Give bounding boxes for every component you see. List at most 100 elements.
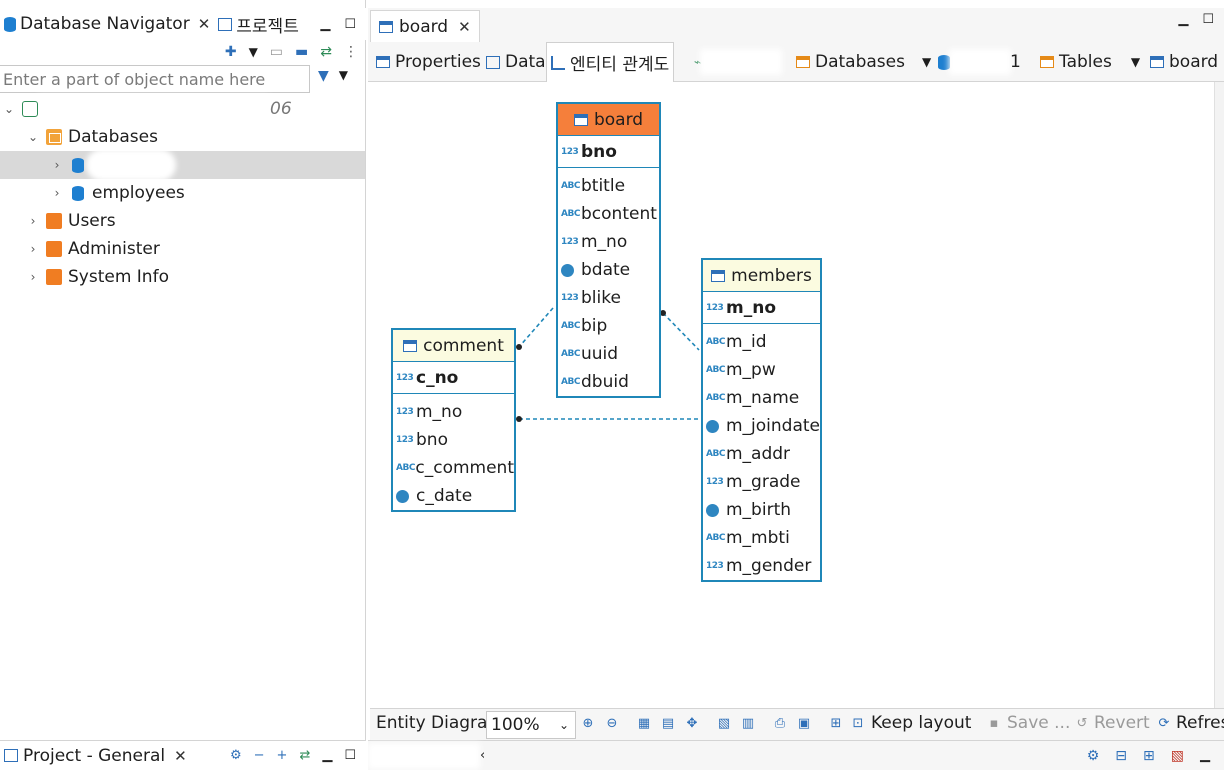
zoom-in-icon[interactable]: ⊕ bbox=[580, 716, 596, 732]
tree-administer[interactable]: › Administer bbox=[0, 235, 365, 263]
primary-key-row[interactable]: 123 c_no bbox=[393, 362, 514, 394]
primary-key-row[interactable]: 123 bno bbox=[558, 136, 659, 168]
column-row[interactable]: ABC dbuid bbox=[558, 368, 659, 396]
column-row[interactable]: ABC m_mbti bbox=[703, 524, 820, 552]
entity-board[interactable]: board 123 bno ABC btitle ABC bcontent 123 m… bbox=[556, 102, 661, 398]
move-icon[interactable]: ✥ bbox=[684, 716, 700, 732]
layout-icon[interactable]: ▦ bbox=[636, 716, 652, 732]
minimize-icon[interactable]: ▁ bbox=[1200, 748, 1210, 763]
column-row[interactable]: ABC uuid bbox=[558, 340, 659, 368]
entity-comment[interactable]: comment 123 c_no 123 m_no 123 bno ABC c_com… bbox=[391, 328, 516, 512]
save-button[interactable]: Save ... bbox=[1007, 713, 1070, 733]
link-editor-icon[interactable]: ⇄ bbox=[320, 44, 332, 60]
tree-users[interactable]: › Users bbox=[0, 207, 365, 235]
minimize-icon[interactable]: ▁ bbox=[322, 748, 332, 763]
column-row[interactable]: bdate bbox=[558, 256, 659, 284]
chevron-right-icon[interactable]: › bbox=[26, 242, 40, 256]
notes-icon[interactable]: ▧ bbox=[716, 716, 732, 732]
chevron-right-icon[interactable]: › bbox=[50, 186, 64, 200]
tab-data[interactable]: Data bbox=[482, 42, 550, 82]
chevron-down-icon[interactable]: ⌄ bbox=[2, 102, 16, 116]
zoom-out-icon[interactable]: ⊖ bbox=[604, 716, 620, 732]
close-icon[interactable]: ✕ bbox=[174, 747, 187, 765]
grid-icon[interactable]: ▤ bbox=[660, 716, 676, 732]
collapse-icon[interactable]: − bbox=[254, 748, 265, 763]
column-row[interactable]: ABC m_id bbox=[703, 328, 820, 356]
column-row[interactable]: 123 m_no bbox=[558, 228, 659, 256]
close-icon[interactable]: ✕ bbox=[458, 18, 471, 36]
tab-er-diagram[interactable]: 엔티티 관계도 bbox=[546, 42, 675, 82]
tree-db-employees[interactable]: › employees bbox=[0, 179, 365, 207]
breadcrumb-database[interactable]: 1 bbox=[934, 42, 1025, 82]
filter-dropdown-icon[interactable]: ▼ bbox=[339, 68, 348, 84]
column-row[interactable]: m_birth bbox=[703, 496, 820, 524]
print-icon[interactable]: ⎙ bbox=[772, 716, 788, 732]
gear-icon[interactable]: ⚙ bbox=[1087, 748, 1100, 764]
maximize-icon[interactable]: ☐ bbox=[1202, 12, 1214, 27]
revert-button[interactable]: Revert bbox=[1094, 713, 1150, 733]
entity-diagram-tab[interactable]: Entity Diagra bbox=[376, 713, 487, 733]
column-row[interactable]: ABC btitle bbox=[558, 172, 659, 200]
tree-system-info[interactable]: › System Info bbox=[0, 263, 365, 291]
chevron-left-icon[interactable]: ‹ bbox=[480, 748, 485, 763]
entity-members[interactable]: members 123 m_no ABC m_id ABC m_pw ABC m_na… bbox=[701, 258, 822, 582]
keep-layout-icon[interactable]: ⊡ bbox=[850, 716, 866, 732]
refresh-icon[interactable]: ⟳ bbox=[1156, 716, 1172, 732]
gear-icon[interactable]: ⚙ bbox=[230, 748, 242, 763]
breadcrumb-databases[interactable]: Databases ▼ bbox=[792, 42, 935, 82]
problems-icon[interactable]: ▧ bbox=[1171, 748, 1184, 764]
breadcrumb-connection[interactable]: ⌁ bbox=[690, 42, 780, 82]
column-row[interactable]: ABC c_comment bbox=[393, 454, 514, 482]
column-row[interactable]: ABC m_name bbox=[703, 384, 820, 412]
chevron-right-icon[interactable]: › bbox=[26, 270, 40, 284]
tree-connection[interactable]: ⌄ 06 bbox=[0, 95, 365, 123]
object-filter-input[interactable] bbox=[0, 65, 310, 93]
minimize-icon[interactable]: ▁ bbox=[320, 17, 330, 32]
column-row[interactable]: c_date bbox=[393, 482, 514, 510]
filter-icon[interactable]: ▼ bbox=[318, 68, 329, 84]
expand-icon[interactable]: + bbox=[277, 748, 288, 763]
breadcrumb-tables[interactable]: Tables ▼ bbox=[1036, 42, 1144, 82]
chevron-down-icon[interactable]: ⌄ bbox=[26, 130, 40, 144]
maximize-icon[interactable]: ☐ bbox=[344, 17, 356, 32]
zoom-select[interactable]: 100% ⌄ bbox=[486, 711, 576, 739]
collapse-all-icon[interactable]: ▬ bbox=[295, 44, 308, 60]
layout-icon[interactable]: ⊞ bbox=[1143, 748, 1155, 764]
column-row[interactable]: 123 m_grade bbox=[703, 468, 820, 496]
tab-project-general[interactable]: Project - General ✕ bbox=[0, 746, 187, 766]
column-row[interactable]: 123 bno bbox=[393, 426, 514, 454]
chevron-right-icon[interactable]: › bbox=[26, 214, 40, 228]
close-icon[interactable]: ✕ bbox=[198, 15, 211, 33]
panels-icon[interactable]: ⊟ bbox=[1115, 748, 1127, 764]
column-row[interactable]: 123 m_no bbox=[393, 398, 514, 426]
attributes-icon[interactable]: ▥ bbox=[740, 716, 756, 732]
add-entity-icon[interactable]: ⊞ bbox=[828, 716, 844, 732]
chevron-down-icon[interactable]: ▼ bbox=[1131, 55, 1140, 69]
chevron-right-icon[interactable]: › bbox=[50, 158, 64, 172]
column-row[interactable]: m_joindate bbox=[703, 412, 820, 440]
tab-board-editor[interactable]: board ✕ bbox=[370, 10, 480, 42]
tab-project[interactable]: 프로젝트 bbox=[214, 8, 303, 40]
keep-layout-button[interactable]: Keep layout bbox=[871, 713, 971, 733]
tree-databases[interactable]: ⌄ Databases bbox=[0, 123, 365, 151]
tab-properties[interactable]: Properties bbox=[372, 42, 485, 82]
primary-key-row[interactable]: 123 m_no bbox=[703, 292, 820, 324]
column-row[interactable]: 123 blike bbox=[558, 284, 659, 312]
new-connection-icon[interactable]: ✚ bbox=[225, 44, 237, 60]
dropdown-icon[interactable]: ▼ bbox=[249, 45, 258, 59]
new-folder-icon[interactable]: ▭ bbox=[270, 44, 283, 60]
breadcrumb-board[interactable]: board bbox=[1146, 42, 1222, 82]
export-image-icon[interactable]: ▣ bbox=[796, 716, 812, 732]
column-row[interactable]: ABC m_pw bbox=[703, 356, 820, 384]
tab-database-navigator[interactable]: Database Navigator ✕ bbox=[0, 8, 215, 40]
column-row[interactable]: ABC bcontent bbox=[558, 200, 659, 228]
vertical-scrollbar[interactable] bbox=[1214, 82, 1224, 708]
view-menu-icon[interactable]: ⋮ bbox=[344, 44, 358, 60]
column-row[interactable]: ABC m_addr bbox=[703, 440, 820, 468]
column-row[interactable]: 123 m_gender bbox=[703, 552, 820, 580]
column-row[interactable]: ABC bip bbox=[558, 312, 659, 340]
tree-db-selected[interactable]: › bbox=[0, 151, 365, 179]
maximize-icon[interactable]: ☐ bbox=[344, 748, 356, 763]
chevron-down-icon[interactable]: ▼ bbox=[922, 55, 931, 69]
link-icon[interactable]: ⇄ bbox=[299, 748, 310, 763]
